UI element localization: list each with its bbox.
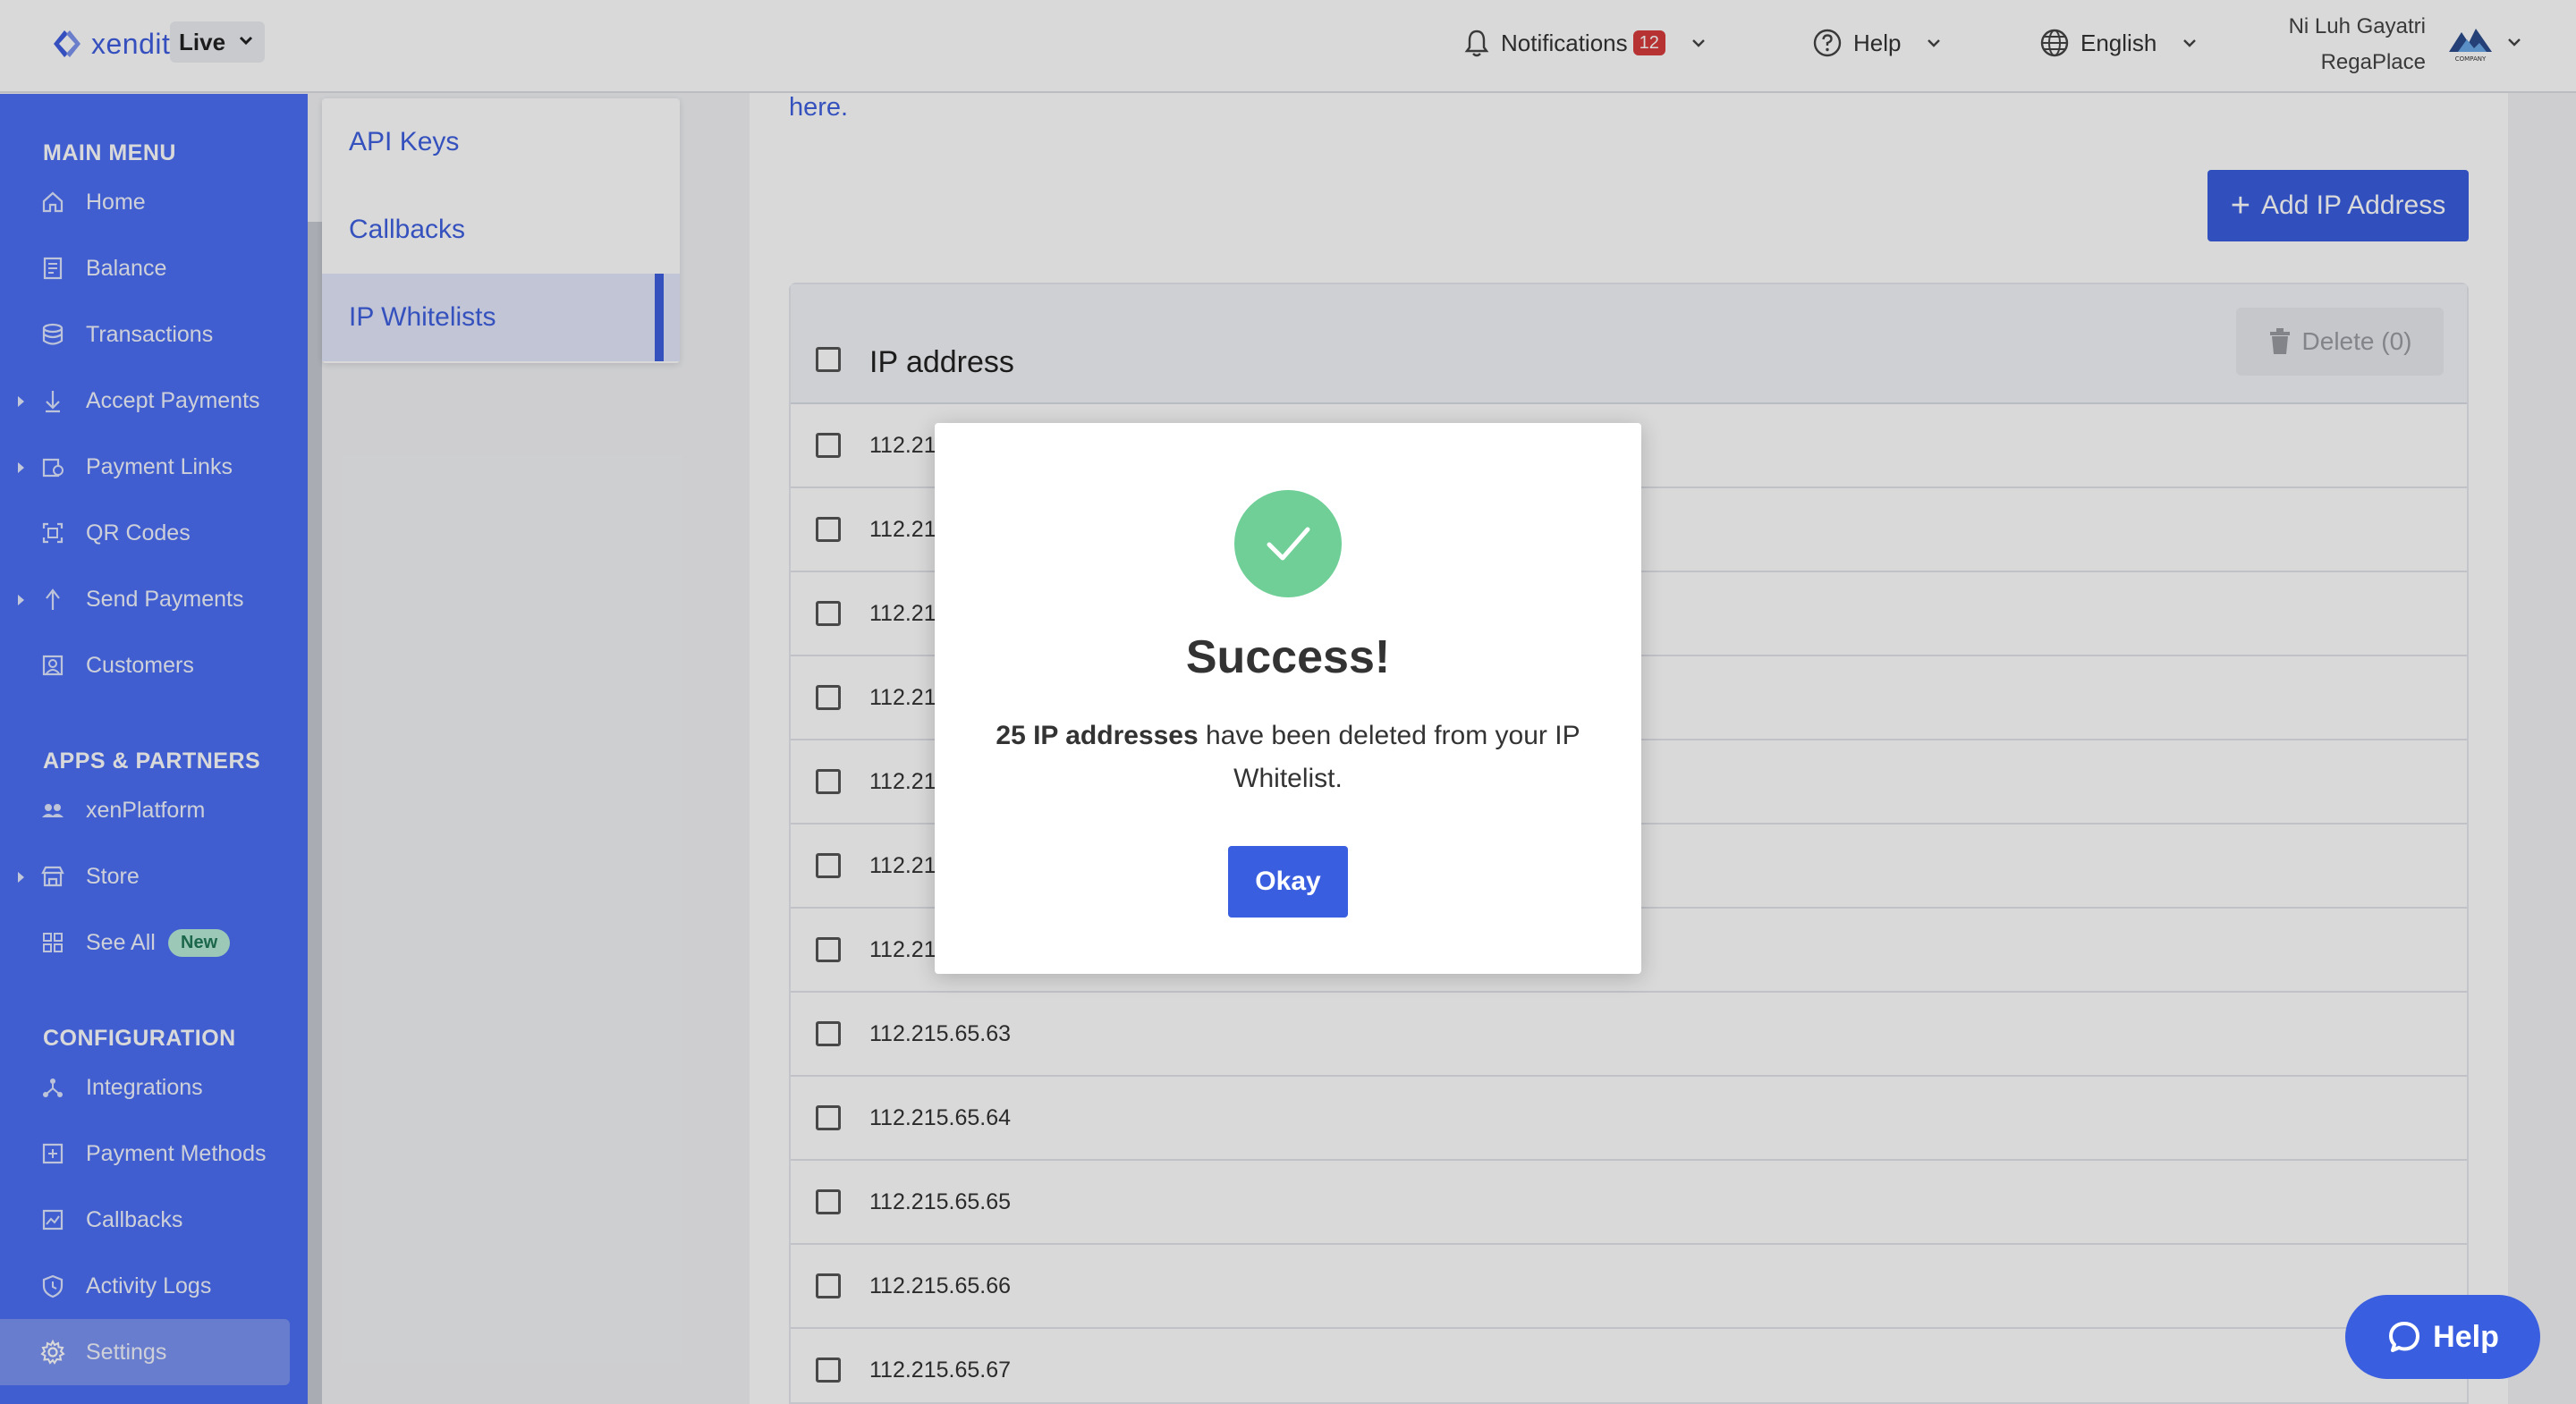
chat-bubble-icon <box>2389 1322 2420 1352</box>
help-chat-button[interactable]: Help <box>2345 1295 2540 1379</box>
success-modal: Success! 25 IP addresses have been delet… <box>935 423 1641 974</box>
success-check-icon <box>1234 490 1342 597</box>
help-chat-label: Help <box>2433 1319 2499 1354</box>
modal-message: 25 IP addresses have been deleted from y… <box>988 715 1588 800</box>
modal-title: Success! <box>1185 631 1391 683</box>
deleted-count: 25 IP addresses <box>996 721 1199 750</box>
okay-button[interactable]: Okay <box>1228 846 1348 918</box>
modal-message-rest: have been deleted from your IP Whitelist… <box>1198 721 1580 793</box>
